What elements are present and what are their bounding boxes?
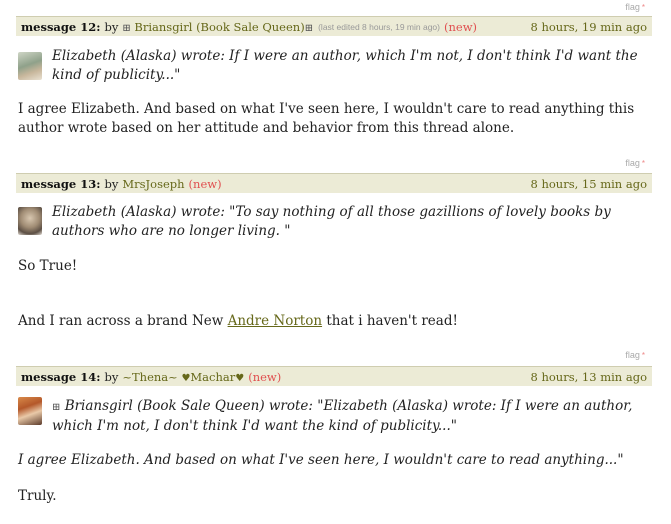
grid-icon: ⊞ bbox=[304, 22, 314, 34]
message-number: message 12: bbox=[21, 19, 101, 34]
quoted-text: ⊞ Briansgirl (Book Sale Queen) wrote: "E… bbox=[52, 397, 642, 436]
username-text[interactable]: Briansgirl (Book Sale Queen) bbox=[134, 20, 304, 34]
message-body: Truly. bbox=[18, 488, 57, 504]
body-text: that i haven't read! bbox=[322, 313, 458, 329]
message-body: So True! bbox=[18, 258, 78, 274]
body-text: And I ran across a brand New bbox=[18, 313, 228, 329]
quoted-text: Elizabeth (Alaska) wrote: "To say nothin… bbox=[52, 204, 611, 239]
flag-link[interactable]: flag * bbox=[625, 2, 645, 12]
user-avatar[interactable] bbox=[18, 52, 42, 80]
quoted-text: Elizabeth (Alaska) wrote: If I were an a… bbox=[52, 48, 638, 83]
message-header: message 12: by ⊞ Briansgirl (Book Sale Q… bbox=[16, 16, 652, 36]
new-badge: (new) bbox=[188, 176, 222, 191]
new-badge: (new) bbox=[248, 369, 282, 384]
username-link[interactable]: ~Thena~ ♥Machar♥ bbox=[122, 370, 244, 384]
author-link[interactable]: Andre Norton bbox=[228, 313, 322, 329]
message-timestamp[interactable]: 8 hours, 19 min ago bbox=[531, 20, 648, 34]
quote-text: Briansgirl (Book Sale Queen) wrote: "Eli… bbox=[52, 398, 633, 434]
message-header: message 14: by ~Thena~ ♥Machar♥ (new) 8 … bbox=[16, 366, 652, 386]
message-body: And I ran across a brand New Andre Norto… bbox=[18, 312, 658, 331]
username-link[interactable]: ⊞ Briansgirl (Book Sale Queen)⊞ bbox=[122, 20, 313, 34]
by-label: by bbox=[104, 19, 119, 34]
flag-label[interactable]: flag bbox=[625, 350, 640, 360]
username-text[interactable]: ~Thena~ bbox=[122, 370, 177, 384]
message-timestamp[interactable]: 8 hours, 13 min ago bbox=[531, 370, 648, 384]
new-badge: (new) bbox=[444, 19, 478, 34]
grid-icon: ⊞ bbox=[122, 22, 131, 34]
message-timestamp[interactable]: 8 hours, 15 min ago bbox=[531, 177, 648, 191]
edited-note: (last edited 8 hours, 19 min ago) bbox=[318, 21, 440, 32]
by-label: by bbox=[104, 369, 119, 384]
flag-star: * bbox=[641, 159, 645, 168]
flag-link[interactable]: flag * bbox=[625, 350, 645, 360]
message-number: message 13: bbox=[21, 176, 101, 191]
user-avatar[interactable] bbox=[18, 397, 42, 425]
username-text[interactable]: Machar bbox=[190, 370, 235, 384]
grid-icon: ⊞ bbox=[52, 402, 61, 413]
flag-link[interactable]: flag * bbox=[625, 158, 645, 168]
message-body: I agree Elizabeth. And based on what I'v… bbox=[18, 452, 624, 468]
flag-star: * bbox=[641, 3, 645, 12]
user-avatar[interactable] bbox=[18, 207, 42, 235]
message-header: message 13: by MrsJoseph (new) 8 hours, … bbox=[16, 173, 652, 193]
message-body: I agree Elizabeth. And based on what I'v… bbox=[18, 101, 635, 136]
flag-label[interactable]: flag bbox=[625, 2, 640, 12]
username-link[interactable]: MrsJoseph bbox=[122, 177, 184, 191]
by-label: by bbox=[104, 176, 119, 191]
flag-label[interactable]: flag bbox=[625, 158, 640, 168]
message-number: message 14: bbox=[21, 369, 101, 384]
flag-star: * bbox=[641, 351, 645, 360]
message-thread: flag * message 12: by ⊞ Briansgirl (Book … bbox=[0, 0, 671, 524]
heart-icon: ♥ bbox=[235, 372, 245, 384]
